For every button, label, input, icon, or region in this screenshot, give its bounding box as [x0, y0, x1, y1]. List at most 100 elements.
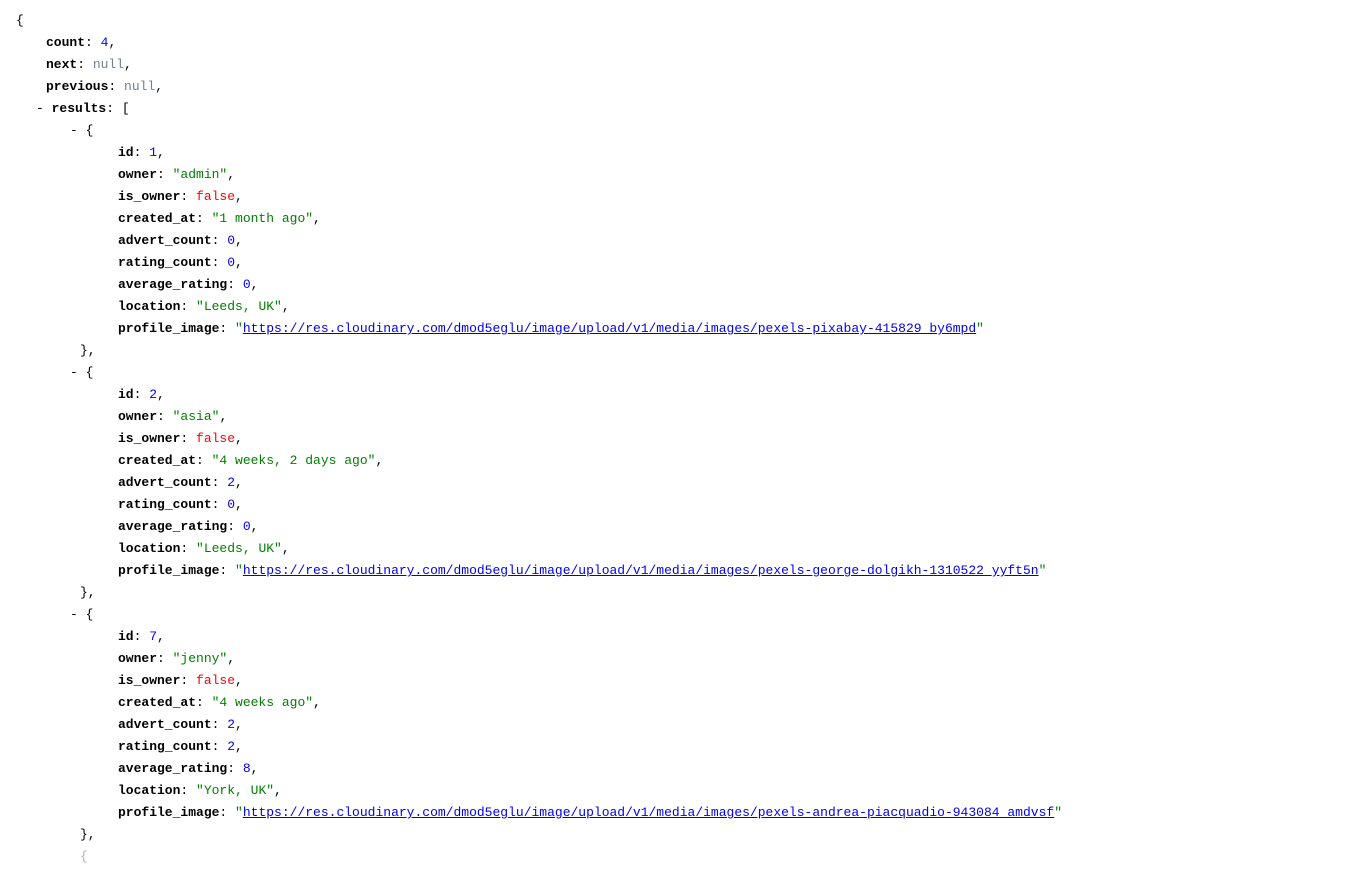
- rating_count-row: rating_count: 0,: [16, 252, 1336, 274]
- json-key: location: [118, 783, 180, 798]
- json-value: "4 weeks, 2 days ago": [212, 453, 376, 468]
- advert_count-row: advert_count: 2,: [16, 714, 1336, 736]
- advert_count-row: advert_count: 0,: [16, 230, 1336, 252]
- json-key: average_rating: [118, 277, 227, 292]
- object-open: - {: [16, 362, 1336, 384]
- results-row: - results: [: [16, 98, 1336, 120]
- partial-object-open: {: [16, 846, 1336, 868]
- json-key: profile_image: [118, 321, 219, 336]
- json-value: false: [196, 431, 235, 446]
- json-key: location: [118, 541, 180, 556]
- count-key: count: [46, 35, 85, 50]
- owner-row: owner: "asia",: [16, 406, 1336, 428]
- profile-image-row: profile_image: "https://res.cloudinary.c…: [16, 560, 1336, 582]
- location-row: location: "Leeds, UK",: [16, 296, 1336, 318]
- created_at-row: created_at: "4 weeks, 2 days ago",: [16, 450, 1336, 472]
- json-value: "admin": [173, 167, 228, 182]
- average_rating-row: average_rating: 8,: [16, 758, 1336, 780]
- average_rating-row: average_rating: 0,: [16, 516, 1336, 538]
- collapse-toggle-icon[interactable]: -: [36, 101, 44, 116]
- json-key: is_owner: [118, 431, 180, 446]
- profile-image-row: profile_image: "https://res.cloudinary.c…: [16, 318, 1336, 340]
- json-key: created_at: [118, 211, 196, 226]
- json-key: average_rating: [118, 519, 227, 534]
- json-key: advert_count: [118, 233, 212, 248]
- json-key: is_owner: [118, 673, 180, 688]
- json-key: profile_image: [118, 805, 219, 820]
- is_owner-row: is_owner: false,: [16, 428, 1336, 450]
- json-viewer: { count: 4, next: null, previous: null, …: [16, 10, 1336, 868]
- object-close: },: [16, 824, 1336, 846]
- json-key: owner: [118, 651, 157, 666]
- rating_count-row: rating_count: 2,: [16, 736, 1336, 758]
- json-value: false: [196, 189, 235, 204]
- owner-row: owner: "jenny",: [16, 648, 1336, 670]
- json-value: 2: [227, 739, 235, 754]
- json-value: 2: [227, 717, 235, 732]
- advert_count-row: advert_count: 2,: [16, 472, 1336, 494]
- result-item: - {id: 7,owner: "jenny",is_owner: false,…: [16, 604, 1336, 846]
- location-row: location: "York, UK",: [16, 780, 1336, 802]
- id-row: id: 7,: [16, 626, 1336, 648]
- json-value: "jenny": [173, 651, 228, 666]
- previous-key: previous: [46, 79, 108, 94]
- next-row: next: null,: [16, 54, 1336, 76]
- results-array: - {id: 1,owner: "admin",is_owner: false,…: [16, 120, 1336, 868]
- profile-image-row: profile_image: "https://res.cloudinary.c…: [16, 802, 1336, 824]
- json-value: 2: [227, 475, 235, 490]
- json-value: 1: [149, 145, 157, 160]
- created_at-row: created_at: "1 month ago",: [16, 208, 1336, 230]
- json-value: "asia": [173, 409, 220, 424]
- count-row: count: 4,: [16, 32, 1336, 54]
- json-value: 0: [227, 255, 235, 270]
- previous-value: null: [124, 79, 155, 94]
- collapse-toggle-icon[interactable]: -: [70, 365, 78, 380]
- profile-image-link[interactable]: https://res.cloudinary.com/dmod5eglu/ima…: [243, 563, 1039, 578]
- json-value: false: [196, 673, 235, 688]
- json-key: is_owner: [118, 189, 180, 204]
- json-key: created_at: [118, 695, 196, 710]
- json-key: advert_count: [118, 475, 212, 490]
- json-key: location: [118, 299, 180, 314]
- json-value: 2: [149, 387, 157, 402]
- is_owner-row: is_owner: false,: [16, 186, 1336, 208]
- object-open: - {: [16, 120, 1336, 142]
- json-value: 8: [243, 761, 251, 776]
- json-value: 7: [149, 629, 157, 644]
- result-item: - {id: 2,owner: "asia",is_owner: false,c…: [16, 362, 1336, 604]
- json-value: "Leeds, UK": [196, 299, 282, 314]
- object-close: },: [16, 340, 1336, 362]
- json-value: 0: [243, 277, 251, 292]
- json-value: "York, UK": [196, 783, 274, 798]
- json-key: rating_count: [118, 497, 212, 512]
- json-key: id: [118, 629, 134, 644]
- json-value: "Leeds, UK": [196, 541, 282, 556]
- json-key: profile_image: [118, 563, 219, 578]
- id-row: id: 2,: [16, 384, 1336, 406]
- id-row: id: 1,: [16, 142, 1336, 164]
- json-key: created_at: [118, 453, 196, 468]
- open-brace: {: [16, 10, 1336, 32]
- rating_count-row: rating_count: 0,: [16, 494, 1336, 516]
- json-key: id: [118, 387, 134, 402]
- profile-image-link[interactable]: https://res.cloudinary.com/dmod5eglu/ima…: [243, 805, 1054, 820]
- collapse-toggle-icon[interactable]: -: [70, 607, 78, 622]
- next-value: null: [93, 57, 124, 72]
- json-key: average_rating: [118, 761, 227, 776]
- object-open: - {: [16, 604, 1336, 626]
- results-key: results: [52, 101, 107, 116]
- json-key: owner: [118, 409, 157, 424]
- created_at-row: created_at: "4 weeks ago",: [16, 692, 1336, 714]
- profile-image-link[interactable]: https://res.cloudinary.com/dmod5eglu/ima…: [243, 321, 976, 336]
- json-value: "4 weeks ago": [212, 695, 313, 710]
- json-key: id: [118, 145, 134, 160]
- collapse-toggle-icon[interactable]: -: [70, 123, 78, 138]
- json-value: 0: [227, 233, 235, 248]
- owner-row: owner: "admin",: [16, 164, 1336, 186]
- next-key: next: [46, 57, 77, 72]
- json-key: advert_count: [118, 717, 212, 732]
- average_rating-row: average_rating: 0,: [16, 274, 1336, 296]
- location-row: location: "Leeds, UK",: [16, 538, 1336, 560]
- json-value: 0: [227, 497, 235, 512]
- json-key: rating_count: [118, 255, 212, 270]
